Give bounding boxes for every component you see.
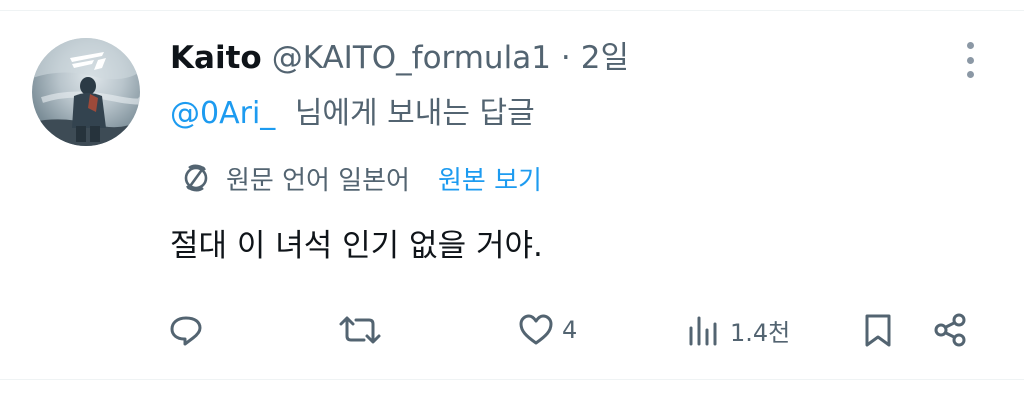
views-count: 1.4천 [730,318,791,347]
share-icon [934,313,966,347]
show-original-link[interactable]: 원본 보기 [438,160,542,197]
translation-label: 원문 언어 일본어 [226,165,410,196]
translate-icon [184,164,208,192]
tweet-header: Kaito @KAITO_formula1 · 2일 [170,36,629,80]
separator-dot: · [560,40,571,76]
retweet-button[interactable] [338,310,382,350]
avatar-image [32,38,140,146]
timestamp[interactable]: 2일 [581,36,629,80]
like-count: 4 [562,316,578,344]
reply-icon [170,316,202,346]
share-button[interactable] [930,310,970,350]
user-handle[interactable]: @KAITO_formula1 [272,36,551,80]
like-button[interactable]: 4 [516,310,577,350]
reply-mention-link[interactable]: @0Ari_ [170,96,275,131]
translation-bar: 원문 언어 일본어 원본 보기 [180,158,542,198]
reply-context-text: 님에게 보내는 답글 [294,96,535,131]
avatar[interactable] [32,38,140,146]
reply-button[interactable] [166,310,206,350]
heart-icon [519,314,553,345]
more-icon[interactable] [956,42,984,78]
retweet-icon [339,316,381,344]
bookmark-button[interactable] [858,310,898,350]
display-name[interactable]: Kaito [170,36,262,80]
reply-context: @0Ari_ 님에게 보내는 답글 [170,92,535,136]
top-divider [0,10,1024,11]
bookmark-icon [865,314,891,347]
views-button[interactable]: 1.4천 [684,310,790,350]
tweet-text: 절대 이 녀석 인기 없을 거야. [170,228,543,264]
views-bar-chart-icon [689,316,717,346]
bottom-divider [0,379,1024,380]
